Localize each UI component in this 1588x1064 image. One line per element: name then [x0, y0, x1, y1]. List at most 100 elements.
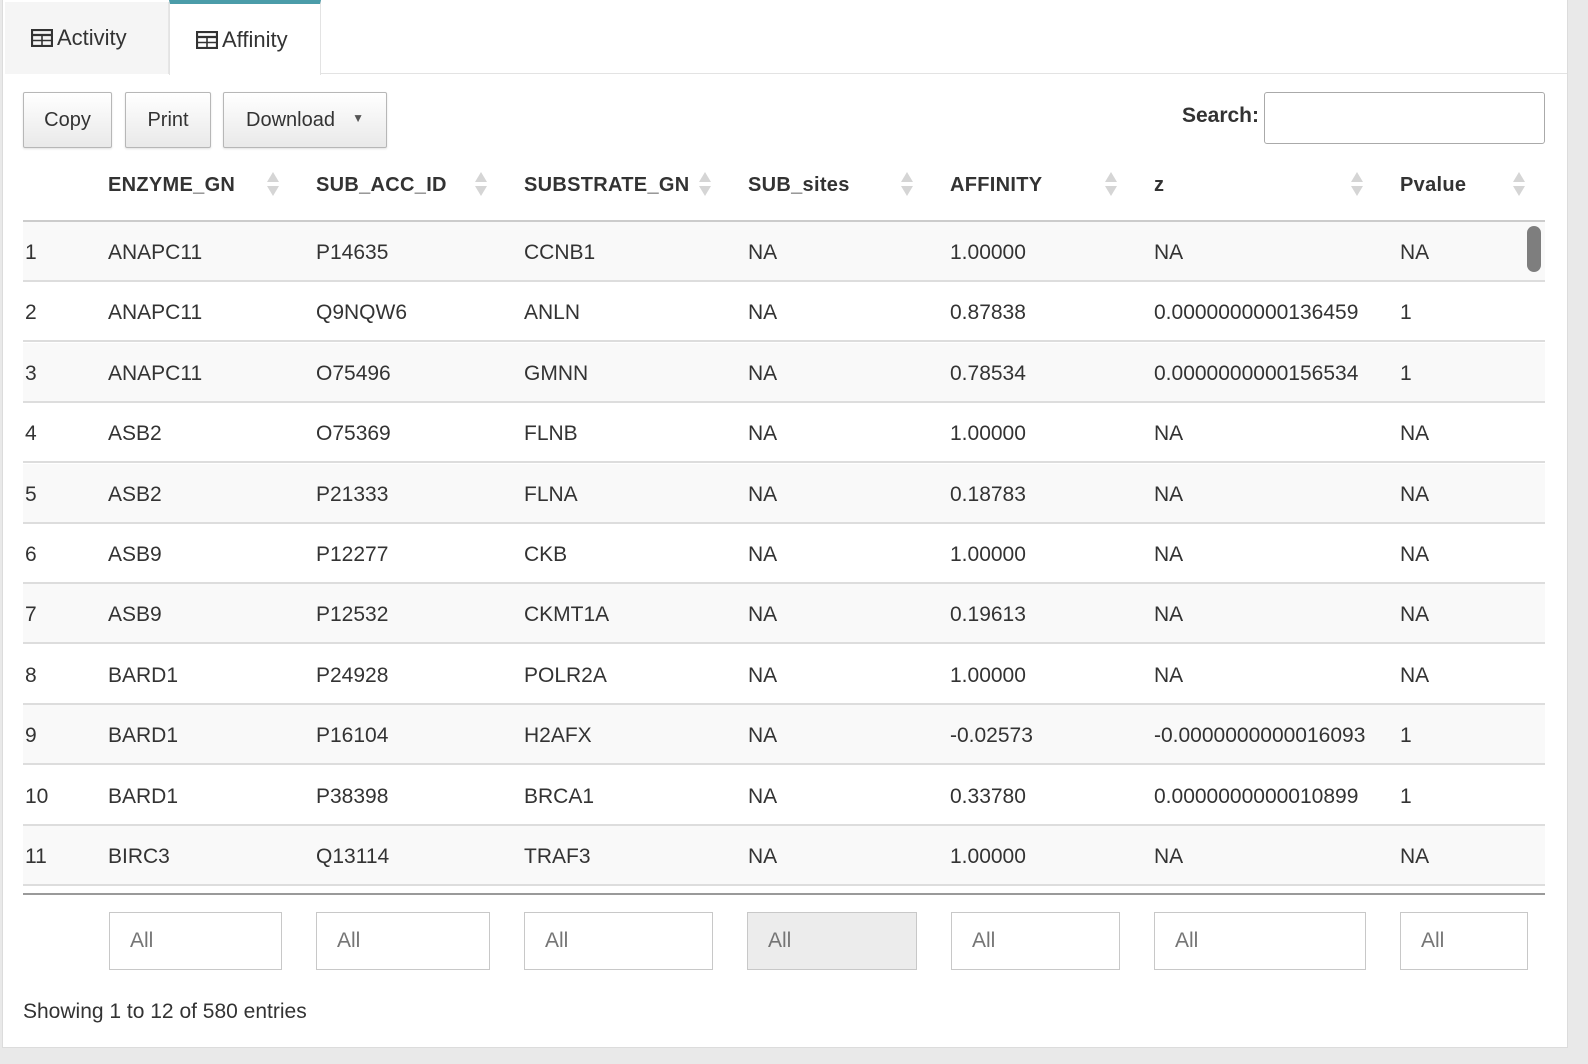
cell-sub-sites: NA [748, 784, 778, 808]
table-row[interactable]: 5 ASB2 P21333 FLNA NA 0.18783 NA NA [23, 463, 1545, 524]
cell-substrate-gn: POLR2A [524, 663, 607, 687]
cell-sub-sites: NA [748, 724, 778, 748]
cell-substrate-gn: GMNN [524, 361, 589, 385]
table-panel: Activity Affinity Copy Print Download ▼ … [2, 0, 1568, 1048]
footer-divider [23, 893, 1545, 895]
cell-sub-acc-id: P38398 [316, 784, 389, 808]
cell-substrate-gn: H2AFX [524, 724, 592, 748]
sort-icon[interactable] [267, 172, 279, 200]
row-index: 2 [25, 301, 37, 325]
tab-activity[interactable]: Activity [5, 2, 169, 74]
cell-z: NA [1154, 603, 1184, 627]
column-header-affinity[interactable]: AFFINITY [950, 174, 1042, 197]
cell-affinity: 0.19613 [950, 603, 1026, 627]
cell-pvalue: NA [1400, 241, 1430, 264]
filter-affinity[interactable] [951, 912, 1120, 970]
cell-sub-sites: NA [748, 603, 778, 627]
cell-substrate-gn: CKB [524, 543, 568, 566]
table-row[interactable]: 9 BARD1 P16104 H2AFX NA -0.02573 -0.0000000000… [23, 705, 1545, 766]
column-header-sub-acc-id[interactable]: SUB_ACC_ID [316, 174, 447, 197]
cell-affinity: 1.00000 [950, 241, 1026, 264]
cell-sub-acc-id: O75369 [316, 422, 391, 446]
table-info: Showing 1 to 12 of 580 entries [23, 1000, 307, 1023]
cell-z: NA [1154, 241, 1184, 264]
column-header-enzyme-gn[interactable]: ENZYME_GN [108, 174, 235, 197]
cell-z: NA [1154, 845, 1184, 868]
sort-icon[interactable] [699, 172, 711, 200]
table-row[interactable]: 8 BARD1 P24928 POLR2A NA 1.00000 NA NA [23, 644, 1545, 705]
cell-sub-sites: NA [748, 422, 778, 446]
cell-substrate-gn: FLNA [524, 482, 578, 506]
cell-affinity: 1.00000 [950, 422, 1026, 446]
filter-z[interactable] [1154, 912, 1366, 970]
row-index: 8 [25, 663, 37, 687]
cell-pvalue: NA [1400, 422, 1430, 446]
table-row[interactable]: 1 ANAPC11 P14635 CCNB1 NA 1.00000 NA NA [23, 222, 1545, 282]
cell-enzyme-gn: BIRC3 [108, 845, 170, 868]
table-row[interactable]: 4 ASB2 O75369 FLNB NA 1.00000 NA NA [23, 403, 1545, 464]
cell-substrate-gn: CKMT1A [524, 603, 610, 627]
column-header-substrate-gn[interactable]: SUBSTRATE_GN [524, 174, 689, 197]
sort-icon[interactable] [1105, 172, 1117, 200]
table-row[interactable]: 2 ANAPC11 Q9NQW6 ANLN NA 0.87838 0.00000000001… [23, 282, 1545, 343]
filter-sub-acc-id[interactable] [316, 912, 490, 970]
cell-pvalue: 1 [1400, 784, 1412, 808]
cell-sub-acc-id: P12532 [316, 603, 389, 627]
cell-sub-acc-id: Q13114 [316, 845, 390, 868]
cell-pvalue: NA [1400, 663, 1430, 687]
filter-pvalue[interactable] [1400, 912, 1528, 970]
search-input[interactable] [1264, 92, 1545, 144]
sort-icon[interactable] [475, 172, 487, 200]
table-row[interactable]: 3 ANAPC11 O75496 GMNN NA 0.78534 0.00000000001… [23, 342, 1545, 403]
cell-enzyme-gn: ANAPC11 [108, 301, 203, 325]
cell-z: NA [1154, 482, 1184, 506]
cell-substrate-gn: ANLN [524, 301, 581, 325]
cell-sub-acc-id: P16104 [316, 724, 389, 748]
cell-sub-acc-id: P12277 [316, 543, 389, 566]
cell-pvalue: NA [1400, 603, 1430, 627]
copy-button[interactable]: Copy [23, 92, 112, 148]
sort-icon[interactable] [901, 172, 913, 200]
row-index: 3 [25, 361, 37, 385]
print-button[interactable]: Print [125, 92, 211, 148]
cell-z: NA [1154, 422, 1184, 446]
row-index: 7 [25, 603, 37, 627]
column-header-z[interactable]: z [1154, 174, 1164, 197]
cell-sub-sites: NA [748, 361, 778, 385]
download-button[interactable]: Download ▼ [223, 92, 387, 148]
table-icon [196, 30, 218, 49]
scrollbar-thumb[interactable] [1527, 226, 1541, 272]
tab-affinity[interactable]: Affinity [169, 0, 321, 75]
filter-substrate-gn[interactable] [524, 912, 713, 970]
cell-affinity: -0.02573 [950, 724, 1033, 748]
search-label: Search: [1181, 104, 1259, 127]
cell-z: 0.0000000000136459 [1154, 301, 1359, 325]
cell-pvalue: NA [1400, 845, 1430, 868]
cell-z: NA [1154, 543, 1184, 566]
cell-enzyme-gn: ASB9 [108, 543, 162, 566]
cell-enzyme-gn: ASB9 [108, 603, 162, 627]
cell-affinity: 0.18783 [950, 482, 1026, 506]
caret-down-icon: ▼ [352, 111, 364, 125]
cell-pvalue: 1 [1400, 361, 1412, 385]
cell-affinity: 1.00000 [950, 543, 1026, 566]
sort-icon[interactable] [1351, 172, 1363, 200]
table-row[interactable]: 7 ASB9 P12532 CKMT1A NA 0.19613 NA NA [23, 584, 1545, 645]
cell-substrate-gn: TRAF3 [524, 845, 591, 868]
table-row[interactable]: 6 ASB9 P12277 CKB NA 1.00000 NA NA [23, 524, 1545, 584]
filter-enzyme-gn[interactable] [109, 912, 282, 970]
column-header-pvalue[interactable]: Pvalue [1400, 174, 1466, 197]
cell-pvalue: NA [1400, 543, 1430, 566]
tab-activity-label: Activity [57, 25, 127, 50]
row-index: 11 [25, 845, 47, 868]
column-header-sub-sites[interactable]: SUB_sites [748, 174, 850, 197]
cell-sub-sites: NA [748, 301, 778, 325]
table-row[interactable]: 11 BIRC3 Q13114 TRAF3 NA 1.00000 NA NA [23, 826, 1545, 886]
table-row[interactable]: 10 BARD1 P38398 BRCA1 NA 0.33780 0.00000000000… [23, 765, 1545, 826]
sort-icon[interactable] [1513, 172, 1525, 200]
cell-pvalue: NA [1400, 482, 1430, 506]
row-index: 9 [25, 724, 37, 748]
tab-bar: Activity Affinity [5, 0, 1567, 75]
cell-affinity: 0.78534 [950, 361, 1026, 385]
cell-sub-sites: NA [748, 241, 778, 264]
